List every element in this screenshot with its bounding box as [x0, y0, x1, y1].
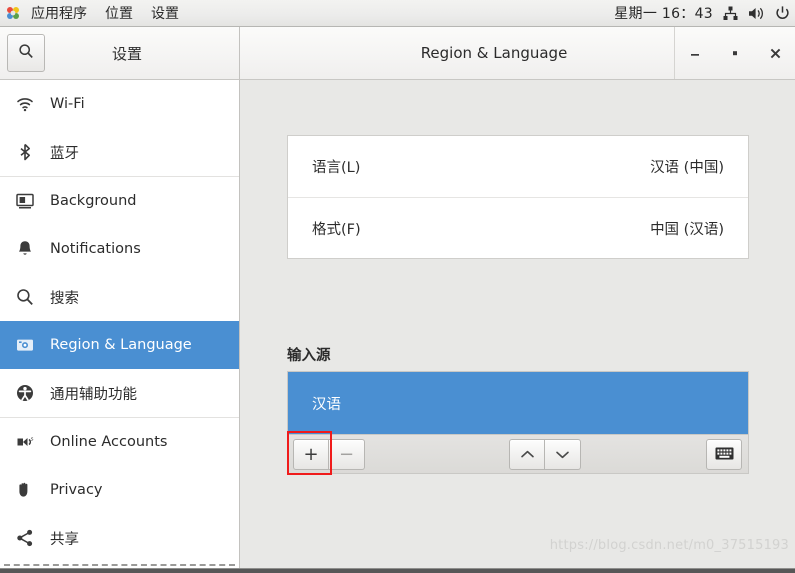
menu-settings[interactable]: 设置 [142, 0, 188, 26]
power-icon[interactable] [769, 0, 795, 27]
sidebar-item-search[interactable]: 搜索 [0, 273, 239, 321]
sidebar-item-label: 通用辅助功能 [50, 386, 137, 403]
network-icon[interactable] [717, 0, 743, 27]
clock[interactable]: 星期一 16：43 [614, 3, 717, 23]
search-icon [14, 286, 36, 308]
locale-card: 语言(L) 汉语 (中国) 格式(F) 中国 (汉语) [287, 135, 749, 259]
sidebar-item-label: Notifications [50, 241, 141, 257]
search-icon [18, 43, 34, 63]
privacy-hand-icon [14, 479, 36, 501]
input-source-label: 汉语 [312, 396, 341, 413]
sidebar-item-label: Background [50, 193, 137, 209]
search-button[interactable] [7, 34, 45, 72]
sharing-icon [14, 527, 36, 549]
main-content: 语言(L) 汉语 (中国) 格式(F) 中国 (汉语) 输入源 汉语 + − h… [240, 80, 795, 573]
move-group [509, 438, 581, 470]
remove-input-source-button[interactable]: − [329, 438, 365, 470]
window-controls [674, 27, 795, 79]
screen: 应用程序 位置 设置 星期一 16：43 设置 Region & Languag… [0, 0, 795, 573]
language-value: 汉语 (中国) [650, 160, 724, 176]
chevron-up-icon [520, 444, 535, 465]
sidebar-item-wifi[interactable]: Wi-Fi [0, 80, 239, 128]
minus-icon: − [338, 443, 355, 465]
sidebar-header: 设置 [0, 27, 240, 80]
sidebar-item-background[interactable]: Background [0, 177, 239, 225]
keyboard-group [706, 438, 742, 470]
show-keyboard-layout-button[interactable] [706, 438, 742, 470]
sidebar-item-region-language[interactable]: Region & Language [0, 321, 239, 369]
sidebar-item-label: Online Accounts [50, 434, 168, 450]
bottom-edge [0, 568, 795, 573]
menu-places-label: 位置 [105, 6, 133, 22]
menu-applications-label: 应用程序 [31, 6, 87, 22]
sidebar-item-label: 共享 [50, 531, 79, 548]
sidebar-item-label: 搜索 [50, 290, 79, 307]
window-headerbar: 设置 Region & Language [0, 27, 795, 80]
volume-icon[interactable] [743, 0, 769, 27]
language-row[interactable]: 语言(L) 汉语 (中国) [288, 136, 748, 197]
move-up-button[interactable] [509, 438, 545, 470]
move-down-button[interactable] [545, 438, 581, 470]
sidebar-item-notifications[interactable]: Notifications [0, 225, 239, 273]
close-button[interactable] [755, 27, 795, 80]
sidebar-item-bluetooth[interactable]: 蓝牙 [0, 128, 239, 176]
plus-icon: + [303, 443, 319, 465]
input-sources-box: 汉语 + − [287, 371, 749, 475]
sidebar[interactable]: Wi-Fi 蓝牙 Background Notifications 搜索 Reg… [0, 80, 240, 573]
chevron-down-icon [555, 444, 570, 465]
sidebar-item-label: Region & Language [50, 337, 192, 353]
language-label: 语言(L) [312, 160, 361, 176]
bluetooth-icon [14, 141, 36, 163]
input-sources-list: 汉语 [288, 372, 748, 434]
settings-window: 设置 Region & Language Wi-Fi 蓝牙 Background… [0, 27, 795, 573]
menu-places[interactable]: 位置 [96, 0, 142, 26]
menu-settings-label: 设置 [151, 6, 179, 22]
format-value: 中国 (汉语) [650, 221, 724, 238]
input-sources-heading: 输入源 [287, 348, 331, 364]
page-header: Region & Language [240, 27, 795, 80]
add-remove-group: + − [287, 430, 365, 475]
svg-text:s: s [31, 437, 34, 443]
accessibility-icon [14, 382, 36, 404]
watermark-text: https://blog.csdn.net/m0_37515193 [549, 538, 789, 553]
add-input-source-button[interactable]: + [287, 430, 332, 475]
sidebar-item-privacy[interactable]: Privacy [0, 466, 239, 514]
sidebar-item-online-accounts[interactable]: s Online Accounts [0, 418, 239, 466]
keyboard-icon [715, 444, 734, 465]
sidebar-item-universal-access[interactable]: 通用辅助功能 [0, 369, 239, 417]
gnome-applications-icon [5, 5, 21, 21]
menu-applications[interactable]: 应用程序 [22, 0, 96, 26]
sidebar-title: 设置 [111, 44, 142, 63]
sidebar-item-label: Privacy [50, 482, 103, 498]
bell-icon [14, 238, 36, 260]
sidebar-item-sharing[interactable]: 共享 [0, 514, 239, 562]
maximize-button[interactable] [715, 27, 755, 80]
list-item[interactable]: 汉语 [288, 372, 748, 434]
online-accounts-icon: s [14, 431, 36, 453]
top-panel: 应用程序 位置 设置 星期一 16：43 [0, 0, 795, 27]
background-icon [14, 190, 36, 212]
region-language-icon [14, 334, 36, 356]
format-label: 格式(F) [312, 221, 361, 238]
input-sources-toolbar: + − [287, 430, 748, 475]
minimize-button[interactable] [675, 27, 715, 80]
wifi-icon [14, 93, 36, 115]
sidebar-item-label: 蓝牙 [50, 145, 79, 162]
sidebar-item-label: Wi-Fi [50, 96, 85, 112]
format-row[interactable]: 格式(F) 中国 (汉语) [288, 197, 748, 258]
page-title: Region & Language [420, 44, 568, 62]
